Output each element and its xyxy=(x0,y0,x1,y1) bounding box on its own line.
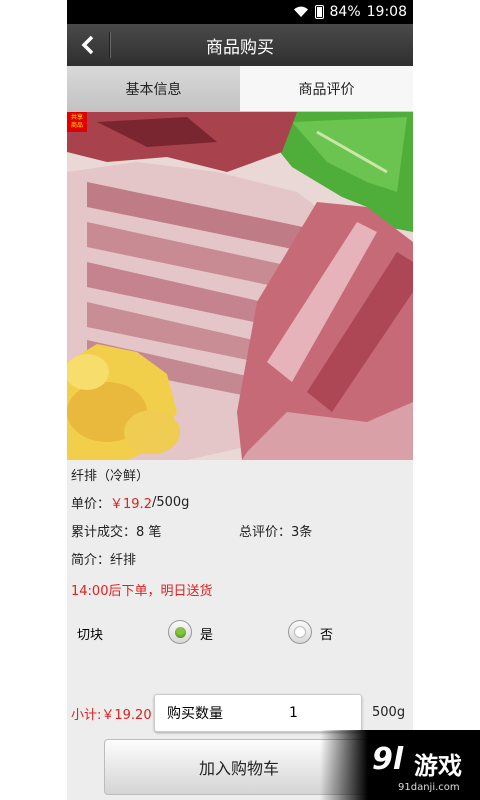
cut-option-group: 切块 是 否 xyxy=(67,606,413,666)
badge-line1: 共享 xyxy=(70,114,83,121)
rating-count[interactable]: 总评价：3条 xyxy=(239,521,312,540)
radio-yes[interactable] xyxy=(168,620,192,644)
shared-product-badge: 共享 商品 xyxy=(67,112,87,132)
quantity-value[interactable]: 1 xyxy=(289,705,298,721)
quantity-label: 购买数量 xyxy=(167,706,223,722)
status-bar: 84% 19:08 xyxy=(67,0,413,24)
price-value: ￥19.2 xyxy=(110,496,152,512)
product-name: 纤排（冷鲜） xyxy=(71,468,150,484)
back-button[interactable] xyxy=(67,24,109,66)
wifi-icon xyxy=(293,6,308,18)
page-title: 商品购买 xyxy=(206,37,274,58)
product-photo xyxy=(67,112,413,460)
watermark-text: 游戏 xyxy=(414,752,462,780)
battery-percent: 84% xyxy=(329,4,361,20)
sales-count: 累计成交：8 笔 xyxy=(71,524,162,540)
watermark-url: 91danji.com xyxy=(398,782,460,793)
title-bar: 商品购买 xyxy=(67,24,413,66)
product-info: 纤排（冷鲜） 单价： ￥19.2 /500g 累计成交：8 笔 总评价：3条 简… xyxy=(67,460,413,606)
battery-icon xyxy=(314,5,324,19)
tab-reviews[interactable]: 商品评价 xyxy=(240,66,413,112)
product-image[interactable]: 共享 商品 xyxy=(67,112,413,460)
price-unit: /500g xyxy=(151,494,190,510)
back-arrow-icon xyxy=(81,35,94,55)
radio-empty-dot xyxy=(294,626,306,638)
clock: 19:08 xyxy=(366,4,407,20)
price-row: 单价： ￥19.2 /500g xyxy=(71,488,413,516)
quantity-field[interactable]: 购买数量 1 xyxy=(154,694,362,732)
tab-bar: 基本信息 商品评价 xyxy=(67,66,413,112)
subtotal: 小计:￥19.20 xyxy=(71,708,152,723)
radio-yes-label[interactable]: 是 xyxy=(200,624,213,643)
stats-row: 累计成交：8 笔 总评价：3条 xyxy=(71,516,413,544)
watermark-logo: 9l xyxy=(372,742,404,777)
phone-screen: 84% 19:08 商品购买 基本信息 商品评价 共享 商品 纤排（冷鲜） 单价… xyxy=(67,0,413,800)
watermark: 9l 游戏 91danji.com xyxy=(320,730,480,800)
price-label: 单价： xyxy=(71,496,111,512)
tab-basic-info[interactable]: 基本信息 xyxy=(67,66,240,112)
product-intro: 简介：纤排 xyxy=(71,552,137,568)
radio-no-label[interactable]: 否 xyxy=(320,624,333,643)
delivery-note: 14:00后下单，明日送货 xyxy=(71,583,213,599)
cut-option-label: 切块 xyxy=(77,628,104,643)
badge-line2: 商品 xyxy=(70,122,83,129)
title-divider xyxy=(109,32,110,58)
quantity-unit: 500g xyxy=(372,705,406,720)
radio-no[interactable] xyxy=(288,620,312,644)
radio-selected-dot xyxy=(174,626,186,638)
